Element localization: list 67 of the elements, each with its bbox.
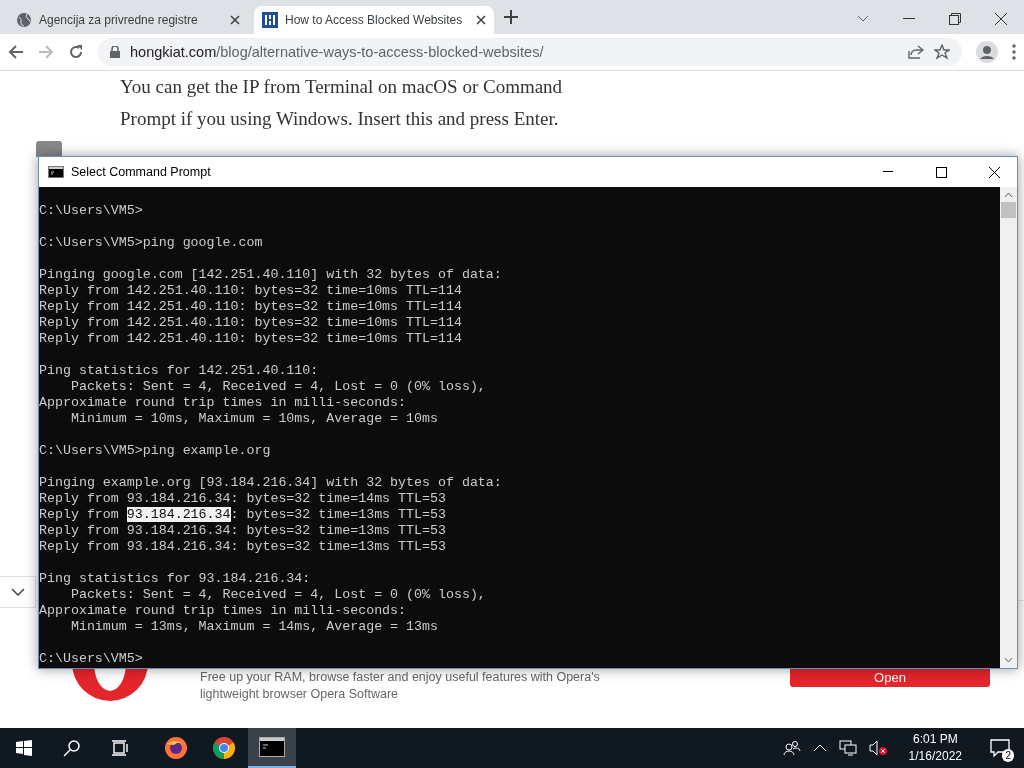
firefox-icon [164,736,188,760]
collapse-button[interactable] [0,576,36,608]
console-line: Reply from 93.184.216.34: bytes=32 time=13ms TTL=53 [39,539,446,555]
taskbar-app[interactable] [248,728,296,768]
browser-tab[interactable]: How to Access Blocked Websites [254,6,494,34]
console-line: C:\Users\VM5>ping google.com [39,235,263,251]
console-line: Approximate round trip times in milli-seconds: [39,395,407,411]
console-line: Reply from 142.251.40.110: bytes=32 time=10ms TTL=114 [39,283,462,299]
scroll-down-icon[interactable] [1004,657,1013,663]
console-icon [48,166,64,178]
time-text: 6:01 PM [912,731,958,748]
scroll-thumb[interactable] [1001,202,1016,218]
console-line: C:\Users\VM5> [39,203,143,219]
notification-icon [990,739,1010,757]
console-line: Packets: Sent = 4, Received = 4, Lost = 0 (0% loss), [69,587,486,603]
console-line: Reply from 93.184.216.34: bytes=32 time=13ms TTL=53 [39,523,446,539]
open-button[interactable]: Open [790,669,990,687]
console-line: Minimum = 13ms, Maximum = 14ms, Average = 13ms [69,619,438,635]
console-line: Pinging example.org [93.184.216.34] with 32 bytes of data: [39,475,502,491]
back-icon[interactable] [8,44,24,60]
close-icon[interactable] [476,15,486,25]
console-line: Reply from 142.251.40.110: bytes=32 time=10ms TTL=114 [39,299,462,315]
tab-title: Agencija za privredne registre [39,13,199,27]
profile-icon[interactable] [976,41,998,63]
network-icon[interactable] [838,740,857,756]
console-line: Reply from 142.251.40.110: bytes=32 time=10ms TTL=114 [39,331,462,347]
tab-title: How to Access Blocked Websites [285,13,464,27]
ad-text: Free up your RAM, browse faster and enjoy useful features with Opera's [200,669,600,686]
url-text: hongkiat.com/blog/alternative-ways-to-access-blocked-websites/ [130,44,544,60]
console-line: Pinging google.com [142.251.40.110] with 32 bytes of data: [39,267,502,283]
window-title: Select Command Prompt [71,165,211,179]
notifications-button[interactable]: 2 [976,728,1024,768]
clock[interactable]: 6:01 PM 1/16/2022 [894,731,976,765]
notification-badge: 2 [1002,749,1014,762]
chrome-icon [212,736,236,760]
console-line: Ping statistics for 142.251.40.110: [39,363,319,379]
article-text: Prompt if you using Windows. Insert this and press Enter. [119,107,560,131]
console-line: Reply from 93.184.216.34: bytes=32 time=13ms TTL=53 [39,507,446,523]
console-line: C:\Users\VM5> [39,651,143,667]
console-line: Approximate round trip times in milli-seconds: [39,603,407,619]
console-line: Packets: Sent = 4, Received = 4, Lost = 0 (0% loss), [69,379,486,395]
browser-tab[interactable]: Agencija za privredne registre [8,6,248,34]
reload-icon[interactable] [68,44,84,60]
close-icon[interactable] [230,15,240,25]
volume-muted-icon[interactable] [868,740,887,756]
menu-icon[interactable] [1012,44,1016,60]
new-tab-icon[interactable] [504,10,518,24]
share-icon[interactable] [908,45,924,59]
console-line: C:\Users\VM5>ping example.org [39,443,271,459]
scroll-up-icon[interactable] [1004,192,1013,198]
console-line: Minimum = 10ms, Maximum = 10ms, Average = 10ms [69,411,438,427]
ad-text: lightweight browser Opera Software [200,686,398,703]
site-logo-icon [262,12,278,28]
console-icon [259,737,285,757]
console-line: Reply from 93.184.216.34: bytes=32 time=14ms TTL=53 [39,491,446,507]
lock-icon [110,46,120,58]
address-bar[interactable]: hongkiat.com/blog/alternative-ways-to-access-blocked-websites/ [98,38,962,66]
star-icon[interactable] [934,44,950,60]
scrollbar[interactable] [1000,187,1017,668]
people-icon[interactable] [782,740,801,756]
console-line: Reply from 142.251.40.110: bytes=32 time=10ms TTL=114 [39,315,462,331]
date-text: 1/16/2022 [908,748,962,765]
chevron-up-icon[interactable] [812,744,827,752]
console-line: Ping statistics for 93.184.216.34: [39,571,311,587]
chevron-down-icon [10,588,25,596]
article-text: You can get the IP from Terminal on macOS or Command [119,75,564,99]
globe-icon [16,12,32,28]
